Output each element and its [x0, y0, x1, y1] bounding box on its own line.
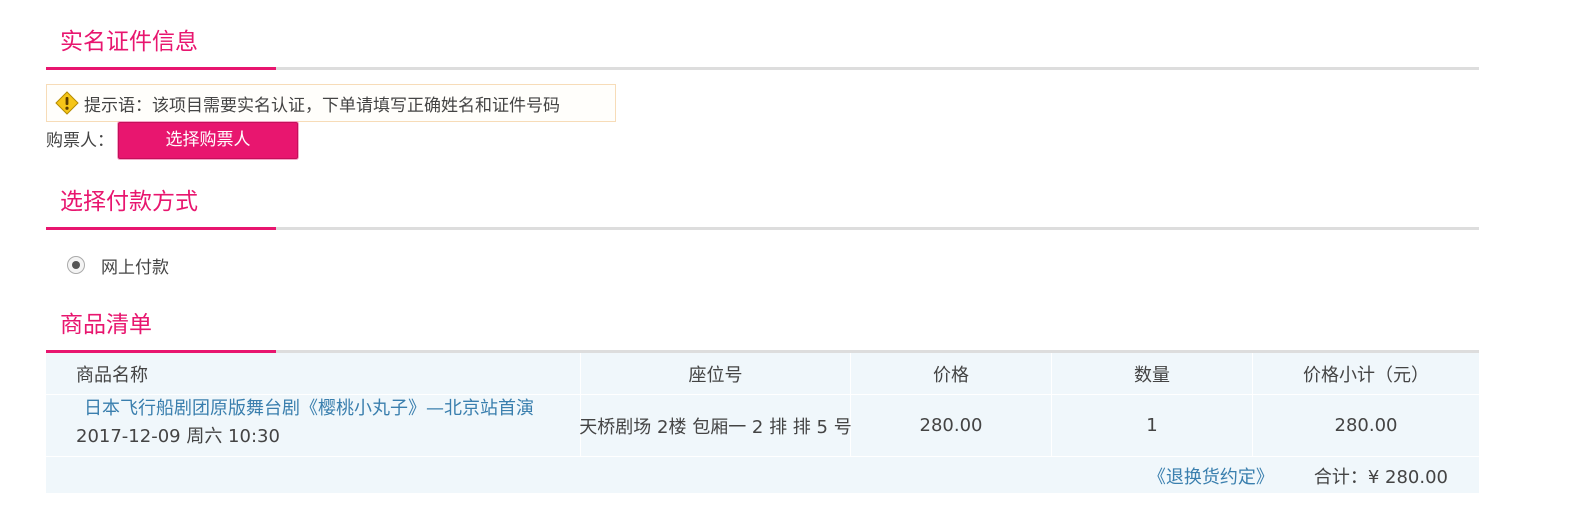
- goods-table-header: 商品名称 座位号 价格 数量 价格小计（元）: [46, 353, 1479, 394]
- section-goods-header: 商品清单: [46, 309, 1479, 353]
- order-total: 合计：¥ 280.00: [1313, 466, 1448, 488]
- select-buyer-button[interactable]: 选择购票人: [118, 122, 298, 159]
- return-policy-link[interactable]: 《退换货约定》: [1148, 463, 1274, 489]
- column-header-seat: 座位号: [581, 353, 851, 394]
- goods-seat: 天桥剧场 2楼 包厢一 2 排 排 5 号: [579, 395, 852, 456]
- section-divider-accent: [46, 227, 276, 230]
- section-payment-header: 选择付款方式: [46, 186, 1479, 230]
- payment-option-online[interactable]: 网上付款: [67, 252, 169, 278]
- section-divider-accent: [46, 67, 276, 70]
- column-header-subtotal: 价格小计（元）: [1303, 364, 1429, 386]
- table-row: 日本飞行船剧团原版舞台剧《樱桃小丸子》—北京站首演 2017-12-09 周六 …: [46, 394, 1479, 457]
- tip-text: 提示语：该项目需要实名认证，下单请填写正确姓名和证件号码: [84, 95, 560, 116]
- goods-quantity: 1: [1052, 395, 1253, 456]
- column-header-name: 商品名称: [46, 353, 581, 394]
- realname-tip-box: 提示语：该项目需要实名认证，下单请填写正确姓名和证件号码: [46, 84, 616, 122]
- payment-option-label: 网上付款: [101, 257, 169, 278]
- goods-show-date: 2017-12-09 周六 10:30: [76, 426, 280, 447]
- column-header-price: 价格: [851, 353, 1052, 394]
- radio-selected-dot: [72, 261, 80, 269]
- goods-subtotal: 280.00: [1334, 415, 1398, 436]
- payment-radio[interactable]: [67, 256, 85, 274]
- section-title-goods: 商品清单: [60, 312, 152, 338]
- goods-price: 280.00: [851, 395, 1052, 456]
- column-header-quantity: 数量: [1052, 353, 1253, 394]
- section-title-payment: 选择付款方式: [60, 189, 198, 215]
- goods-name-cell: 日本飞行船剧团原版舞台剧《樱桃小丸子》—北京站首演 2017-12-09 周六 …: [46, 395, 581, 456]
- goods-table-footer: 《退换货约定》 合计：¥ 280.00: [46, 458, 1479, 493]
- order-page: 实名证件信息 提示语：该项目需要实名认证，下单请填写正确姓名和证件号码 购票人：…: [0, 0, 1575, 522]
- section-title-realname: 实名证件信息: [60, 29, 198, 55]
- warning-icon: [55, 91, 79, 115]
- goods-table: 商品名称 座位号 价格 数量 价格小计（元） 日本飞行船剧团原版舞台剧《樱桃小丸…: [46, 353, 1479, 493]
- goods-name-link[interactable]: 日本飞行船剧团原版舞台剧《樱桃小丸子》—北京站首演: [76, 395, 534, 423]
- buyer-label: 购票人：: [46, 131, 114, 151]
- section-realname-header: 实名证件信息: [46, 26, 1479, 70]
